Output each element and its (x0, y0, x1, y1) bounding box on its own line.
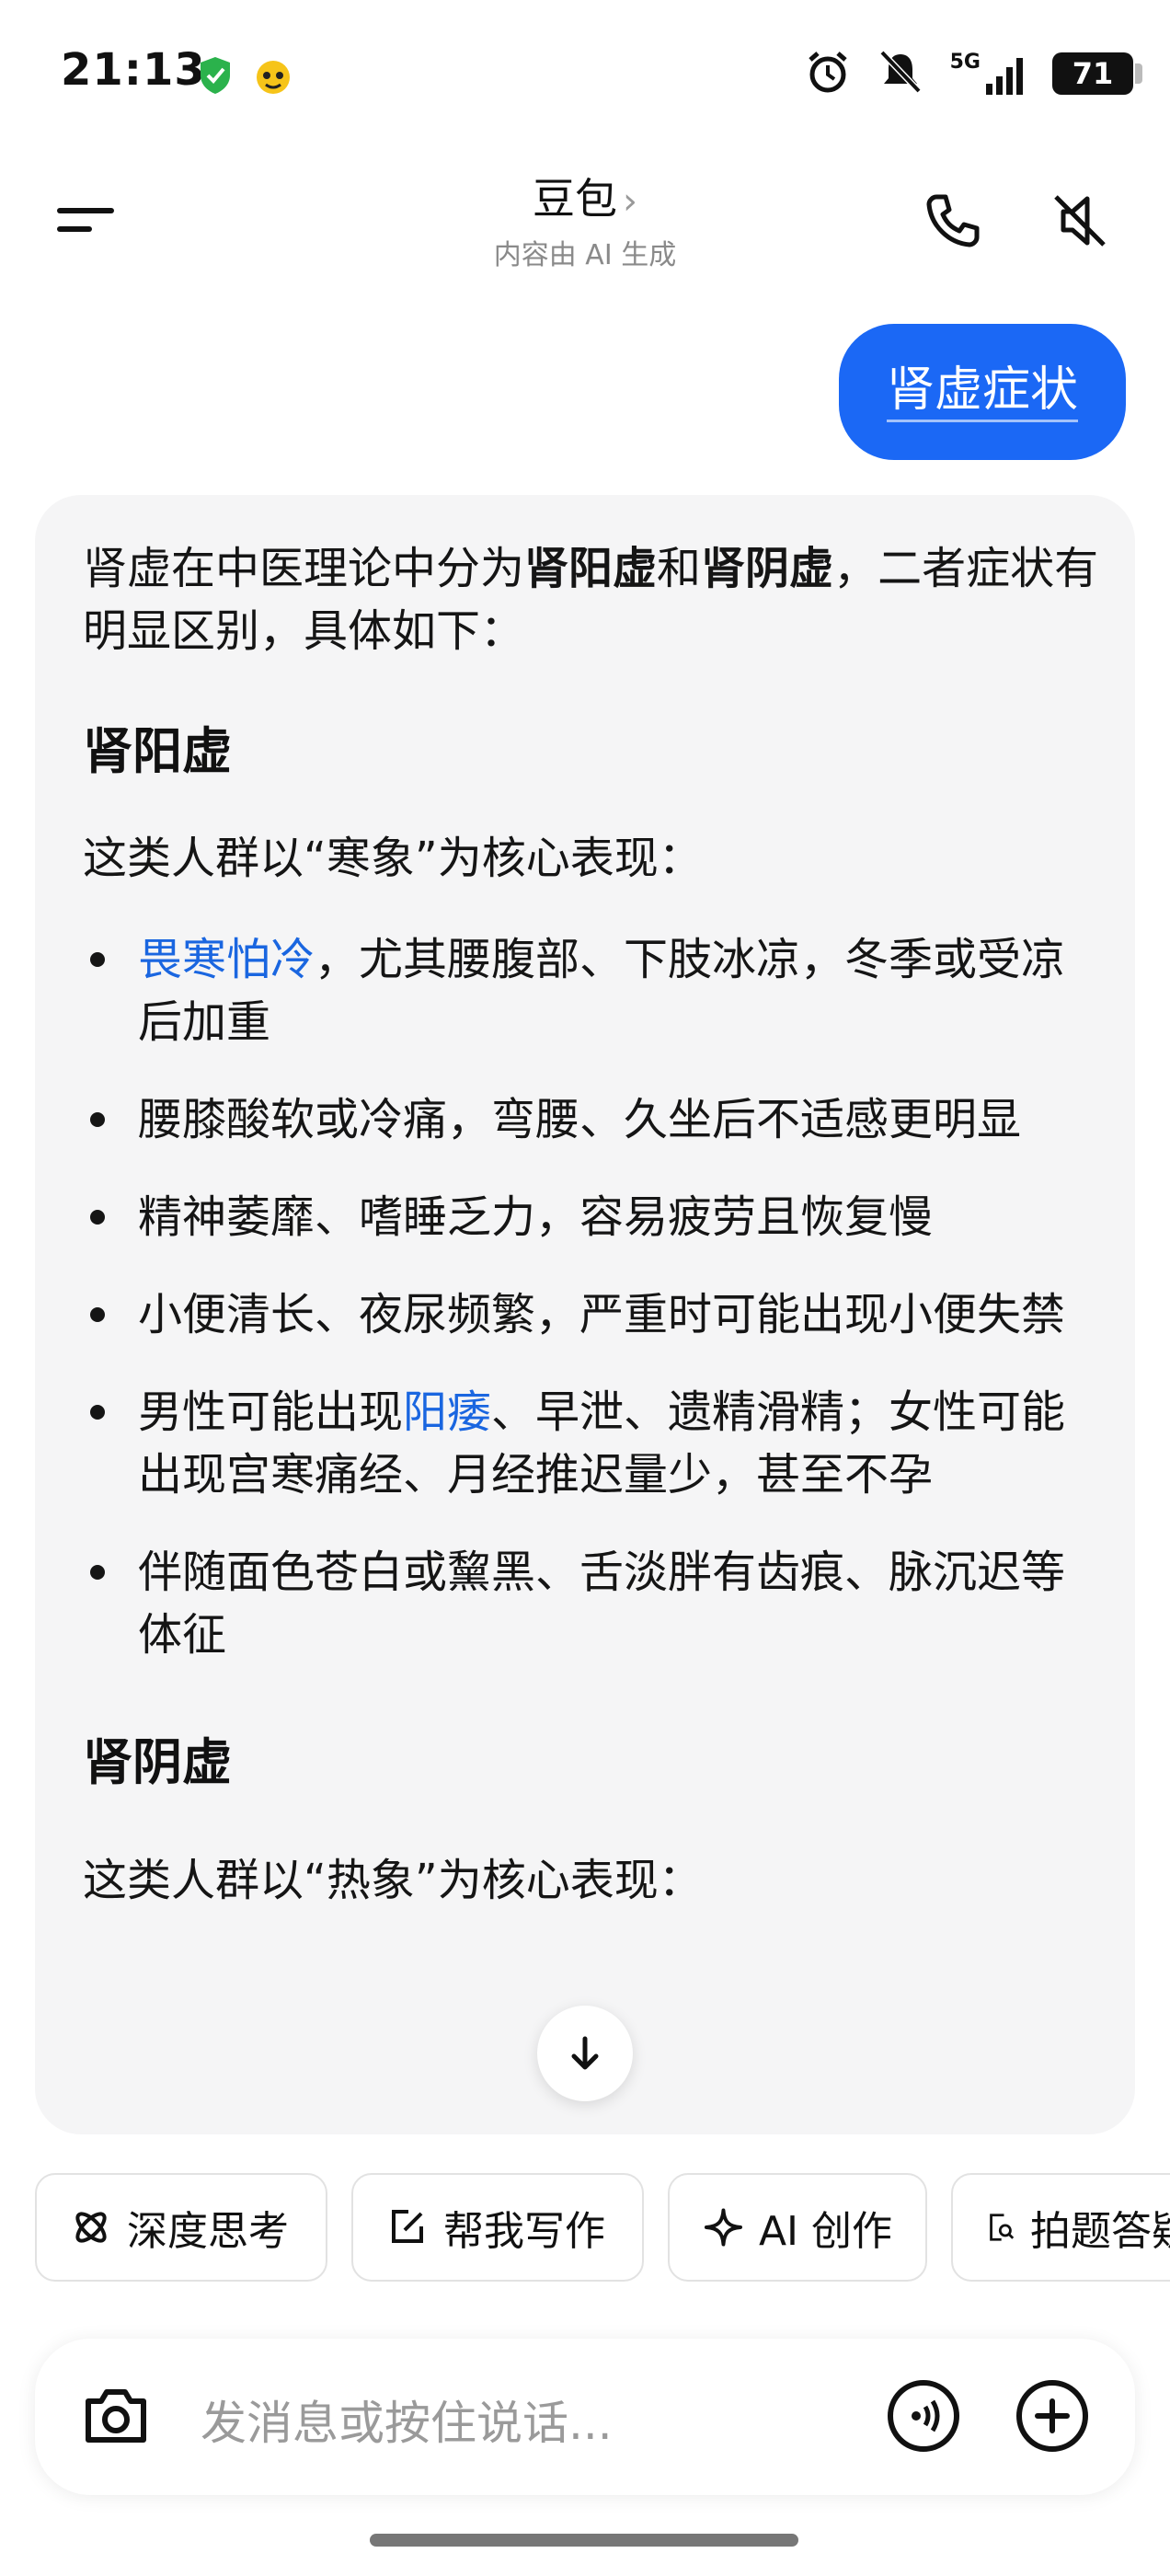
plus-icon[interactable] (1014, 2377, 1091, 2455)
camera-icon[interactable] (77, 2377, 155, 2455)
status-bar: 21:13 5G 71 (0, 0, 1170, 147)
list-item: 伴随面色苍白或黧黑、舌淡胖有齿痕、脉沉迟等体征 (83, 1541, 1104, 1666)
network-type: 5G (949, 51, 981, 74)
home-indicator[interactable] (370, 2534, 798, 2547)
section-heading: 肾阳虚 (83, 722, 232, 780)
ai-answer-card: 肾虚在中医理论中分为肾阳虚和肾阴虚，二者症状有明显区别，具体如下： 肾阳虚 这类… (35, 495, 1135, 2134)
chip-label: AI 创作 (758, 2208, 892, 2255)
chip-photo-answer[interactable]: 拍题答疑 (951, 2173, 1170, 2282)
section-heading: 肾阴虚 (83, 1733, 232, 1791)
signal-5g-icon: 5G (950, 51, 1025, 97)
doc-search-icon (990, 2214, 1015, 2241)
mascot-app-icon (252, 55, 294, 96)
term-link[interactable]: 畏寒怕冷 (138, 934, 315, 985)
list-item-text: 精神萎靡、嗜睡乏力，容易疲劳且恢复慢 (138, 1191, 934, 1243)
list-item: 畏寒怕冷，尤其腰腹部、下肢冰凉，冬季或受凉后加重 (83, 928, 1104, 1053)
ai-disclaimer: 内容由 AI 生成 (493, 239, 677, 271)
voice-wave-icon[interactable] (885, 2377, 962, 2455)
shield-icon (197, 55, 234, 96)
list-item-text: 伴随面色苍白或黧黑、舌淡胖有齿痕、脉沉迟等体征 (138, 1547, 1066, 1661)
speaker-mute-icon[interactable] (1043, 184, 1117, 258)
list-item-text: 小便清长、夜尿频繁，严重时可能出现小便失禁 (138, 1289, 1066, 1340)
list-item: 小便清长、夜尿频繁，严重时可能出现小便失禁 (83, 1283, 1104, 1346)
list-item: 精神萎靡、嗜睡乏力，容易疲劳且恢复慢 (83, 1186, 1104, 1248)
battery-indicator: 71 (1052, 52, 1142, 95)
user-message-bubble[interactable]: 肾虚症状 (838, 324, 1126, 460)
quick-action-chips: 深度思考 帮我写作 AI 创作 拍题答疑 (35, 2173, 1170, 2282)
chip-help-write[interactable]: 帮我写作 (351, 2173, 644, 2282)
symptom-list: 畏寒怕冷，尤其腰腹部、下肢冰凉，冬季或受凉后加重 腰膝酸软或冷痛，弯腰、久坐后不… (83, 928, 1104, 1666)
chevron-right-icon: › (623, 180, 637, 223)
arrow-down-icon (571, 2036, 599, 2070)
mute-icon (878, 49, 923, 98)
user-message-text: 肾虚症状 (886, 362, 1078, 422)
chip-label: 深度思考 (127, 2208, 289, 2255)
intro-text: 和 (657, 543, 702, 594)
intro-text: 肾虚在中医理论中分为 (83, 543, 525, 594)
app-title[interactable]: 豆包 (533, 174, 617, 224)
list-item-text: 男性可能出现 (138, 1386, 404, 1438)
intro-bold-term: 肾阳虚 (524, 543, 658, 594)
chip-label: 帮我写作 (443, 2208, 605, 2255)
section-intro: 这类人群以“热象”为核心表现： (83, 1855, 703, 1906)
scroll-to-bottom-button[interactable] (537, 2006, 633, 2101)
term-link[interactable]: 阳痿 (403, 1386, 491, 1438)
message-input[interactable]: 发消息或按住说话... (201, 2386, 613, 2453)
sparkle-icon (704, 2208, 742, 2247)
message-input-bar: 发消息或按住说话... (35, 2339, 1135, 2495)
status-time: 21:13 (61, 44, 206, 96)
intro-bold-term: 肾阴虚 (701, 543, 834, 594)
chip-deep-think[interactable]: 深度思考 (35, 2173, 327, 2282)
chip-label: 拍题答疑 (1030, 2208, 1170, 2255)
alarm-icon (805, 49, 851, 98)
section-intro: 这类人群以“寒象”为核心表现： (83, 833, 703, 884)
answer-intro: 肾虚在中医理论中分为肾阳虚和肾阴虚，二者症状有明显区别，具体如下： (83, 537, 1104, 662)
list-item: 男性可能出现阳痿、早泄、遗精滑精；女性可能出现宫寒痛经、月经推迟量少，甚至不孕 (83, 1381, 1104, 1506)
chat-header: 豆包 › 内容由 AI 生成 (0, 156, 1170, 294)
list-item: 腰膝酸软或冷痛，弯腰、久坐后不适感更明显 (83, 1088, 1104, 1151)
atom-icon (75, 2212, 107, 2243)
list-item-text: 腰膝酸软或冷痛，弯腰、久坐后不适感更明显 (138, 1094, 1022, 1145)
title-block[interactable]: 豆包 › 内容由 AI 生成 (0, 166, 1170, 272)
composer-area: 深度思考 帮我写作 AI 创作 拍题答疑 发消息或按住说话... (0, 2136, 1170, 2576)
edit-icon (392, 2210, 423, 2243)
chip-ai-create[interactable]: AI 创作 (668, 2173, 927, 2282)
phone-call-icon[interactable] (916, 184, 990, 258)
